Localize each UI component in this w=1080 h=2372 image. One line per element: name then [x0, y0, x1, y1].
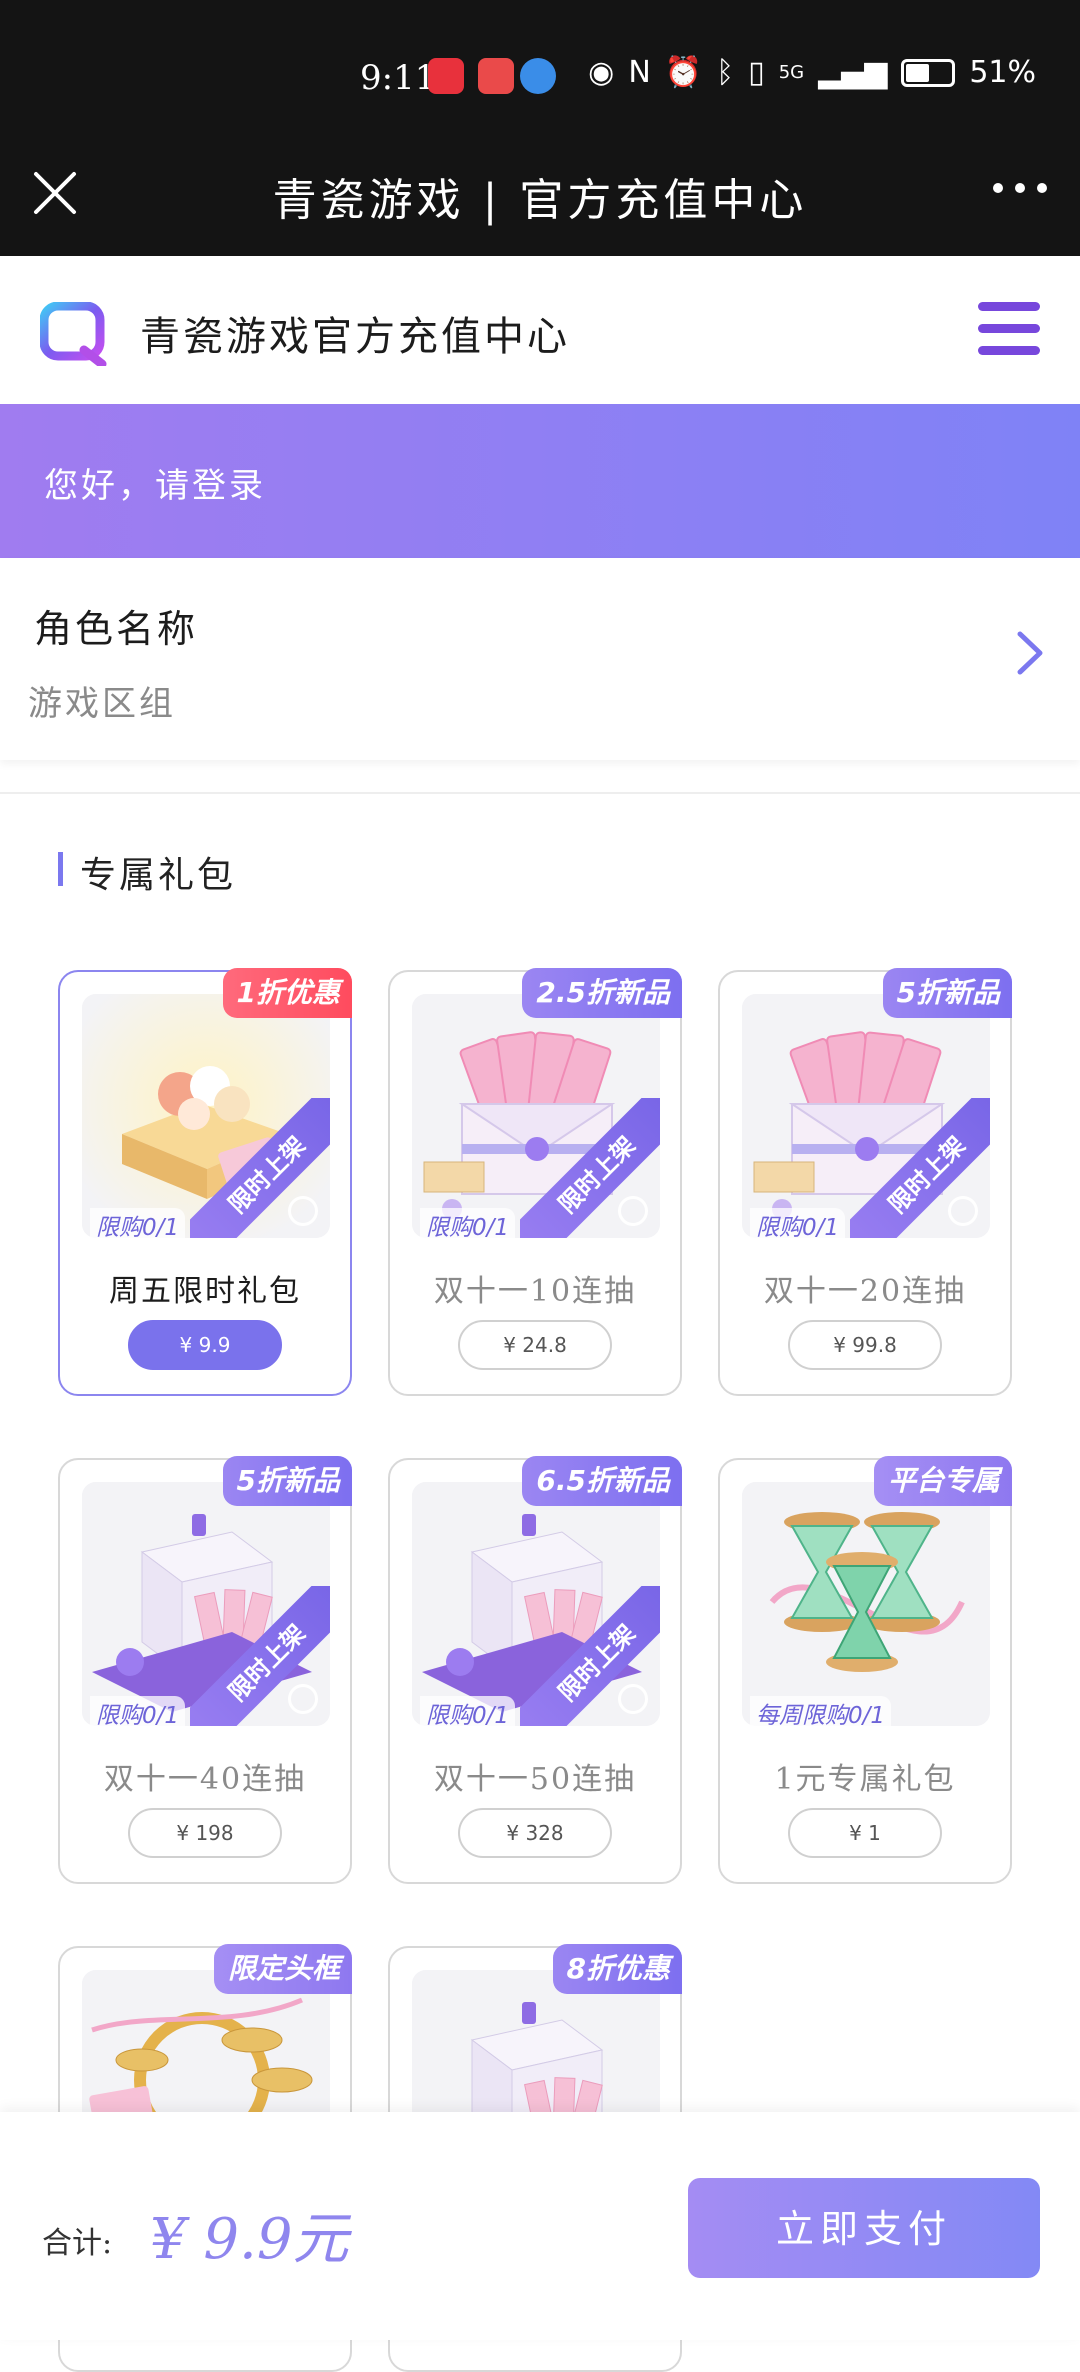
pack-name: 双十一20连抽 — [763, 1274, 967, 1309]
purchase-limit: 限购0/1 — [90, 1208, 186, 1242]
pack-name: 双十一40连抽 — [103, 1762, 307, 1797]
pack-card[interactable]: 每周限购0/1 平台专属 1元专属礼包 ¥ 1 — [718, 1456, 1012, 1884]
pay-now-button[interactable]: 立即支付 — [688, 2178, 1040, 2278]
site-header: 青瓷游戏官方充值中心 — [0, 256, 1080, 404]
discount-badge: 8折优惠 — [552, 1944, 682, 1994]
limited-time-ribbon: 限时上架 — [520, 1586, 660, 1726]
eye-icon: ◉ — [588, 55, 615, 90]
pack-card[interactable]: 限时上架 限购0/1 6.5折新品双十一50连抽 ¥ 328 — [388, 1456, 682, 1884]
discount-badge: 2.5折新品 — [522, 968, 682, 1018]
clock-icon — [288, 1684, 318, 1714]
purchase-limit: 每周限购0/1 — [750, 1696, 892, 1730]
battery-icon — [901, 58, 956, 87]
price-button[interactable]: ¥ 328 — [458, 1808, 612, 1858]
browser-app-icon — [520, 58, 556, 94]
signal-icon: 5G — [778, 62, 805, 83]
section-title: 专属礼包 — [80, 855, 237, 896]
qingci-logo-icon — [40, 302, 107, 366]
purchase-limit: 限购0/1 — [90, 1696, 186, 1730]
book-app-icon — [478, 58, 514, 94]
purchase-limit: 限购0/1 — [420, 1208, 516, 1242]
game-zone-label: 游戏区组 — [28, 684, 176, 724]
pack-card[interactable]: 限时上架 限购0/1 5折新品双十一40连抽 ¥ 198 — [58, 1456, 352, 1884]
hamburger-menu-icon[interactable] — [978, 302, 1040, 358]
role-selector[interactable]: 角色名称 游戏区组 — [0, 558, 1080, 760]
checkout-bar: 合计: ¥ 9.9元 立即支付 — [0, 2112, 1080, 2340]
pack-card[interactable]: 限时上架 限购0/1 2.5折新品双十一10连抽 ¥ 24.8 — [388, 968, 682, 1396]
nfc-icon: N — [628, 55, 651, 90]
pack-card[interactable]: 限时上架 限购0/1 1折优惠周五限时礼包 ¥ 9.9 — [58, 968, 352, 1396]
discount-badge: 平台专属 — [873, 1456, 1012, 1506]
more-options-icon[interactable] — [990, 178, 1050, 198]
pack-name: 双十一50连抽 — [433, 1762, 637, 1797]
limited-time-ribbon: 限时上架 — [190, 1586, 330, 1726]
discount-badge: 限定头框 — [213, 1944, 352, 1994]
clock-icon — [948, 1196, 978, 1226]
role-name-label: 角色名称 — [34, 607, 199, 651]
price-button[interactable]: ¥ 9.9 — [128, 1320, 282, 1370]
signal-bars-icon: ▂▄▆ — [818, 55, 888, 90]
limited-time-ribbon: 限时上架 — [520, 1098, 660, 1238]
total-label: 合计: — [42, 2226, 113, 2261]
discount-badge: 1折优惠 — [222, 968, 352, 1018]
login-banner[interactable]: 您好，请登录 — [0, 404, 1080, 558]
divider — [0, 792, 1080, 794]
chevron-right-icon[interactable] — [1010, 628, 1050, 678]
discount-badge: 5折新品 — [882, 968, 1012, 1018]
status-bar: 9:11 ◉ N ⏰ ᛒ ▯ 5G ▂▄▆ 51% — [0, 0, 1080, 150]
pack-image: 限时上架 — [82, 994, 330, 1238]
alarm-icon: ⏰ — [664, 55, 703, 90]
battery-percent: 51% — [969, 55, 1036, 90]
pack-image: 限时上架 — [82, 1482, 330, 1726]
pack-name: 1元专属礼包 — [774, 1762, 956, 1797]
pack-card[interactable]: 限时上架 限购0/1 5折新品双十一20连抽 ¥ 99.8 — [718, 968, 1012, 1396]
status-icons: ◉ N ⏰ ᛒ ▯ 5G ▂▄▆ 51% — [588, 55, 1036, 90]
section-accent-bar — [58, 852, 63, 886]
pack-image: 限时上架 — [412, 994, 660, 1238]
taobao-icon — [428, 58, 464, 94]
clock-icon — [288, 1196, 318, 1226]
status-time: 9:11 — [360, 58, 437, 98]
pack-image — [742, 1482, 990, 1726]
pack-name: 周五限时礼包 — [109, 1274, 301, 1309]
limited-time-ribbon: 限时上架 — [190, 1098, 330, 1238]
page-title: 青瓷游戏 | 官方充值中心 — [272, 175, 808, 226]
pack-image: 限时上架 — [412, 1482, 660, 1726]
total-amount: ¥ 9.9元 — [150, 2207, 349, 2272]
price-button[interactable]: ¥ 198 — [128, 1808, 282, 1858]
pack-name: 双十一10连抽 — [433, 1274, 637, 1309]
discount-badge: 6.5折新品 — [522, 1456, 682, 1506]
purchase-limit: 限购0/1 — [750, 1208, 846, 1242]
pack-image: 限时上架 — [742, 994, 990, 1238]
discount-badge: 5折新品 — [222, 1456, 352, 1506]
login-prompt[interactable]: 您好，请登录 — [44, 458, 266, 507]
webview-titlebar: 青瓷游戏 | 官方充值中心 — [0, 150, 1080, 256]
purchase-limit: 限购0/1 — [420, 1696, 516, 1730]
clock-icon — [618, 1196, 648, 1226]
price-button[interactable]: ¥ 99.8 — [788, 1320, 942, 1370]
vibrate-icon: ▯ — [748, 55, 765, 90]
bluetooth-icon: ᛒ — [716, 55, 735, 90]
price-button[interactable]: ¥ 24.8 — [458, 1320, 612, 1370]
limited-time-ribbon: 限时上架 — [850, 1098, 990, 1238]
site-brand: 青瓷游戏官方充值中心 — [140, 314, 570, 360]
clock-icon — [618, 1684, 648, 1714]
price-button[interactable]: ¥ 1 — [788, 1808, 942, 1858]
